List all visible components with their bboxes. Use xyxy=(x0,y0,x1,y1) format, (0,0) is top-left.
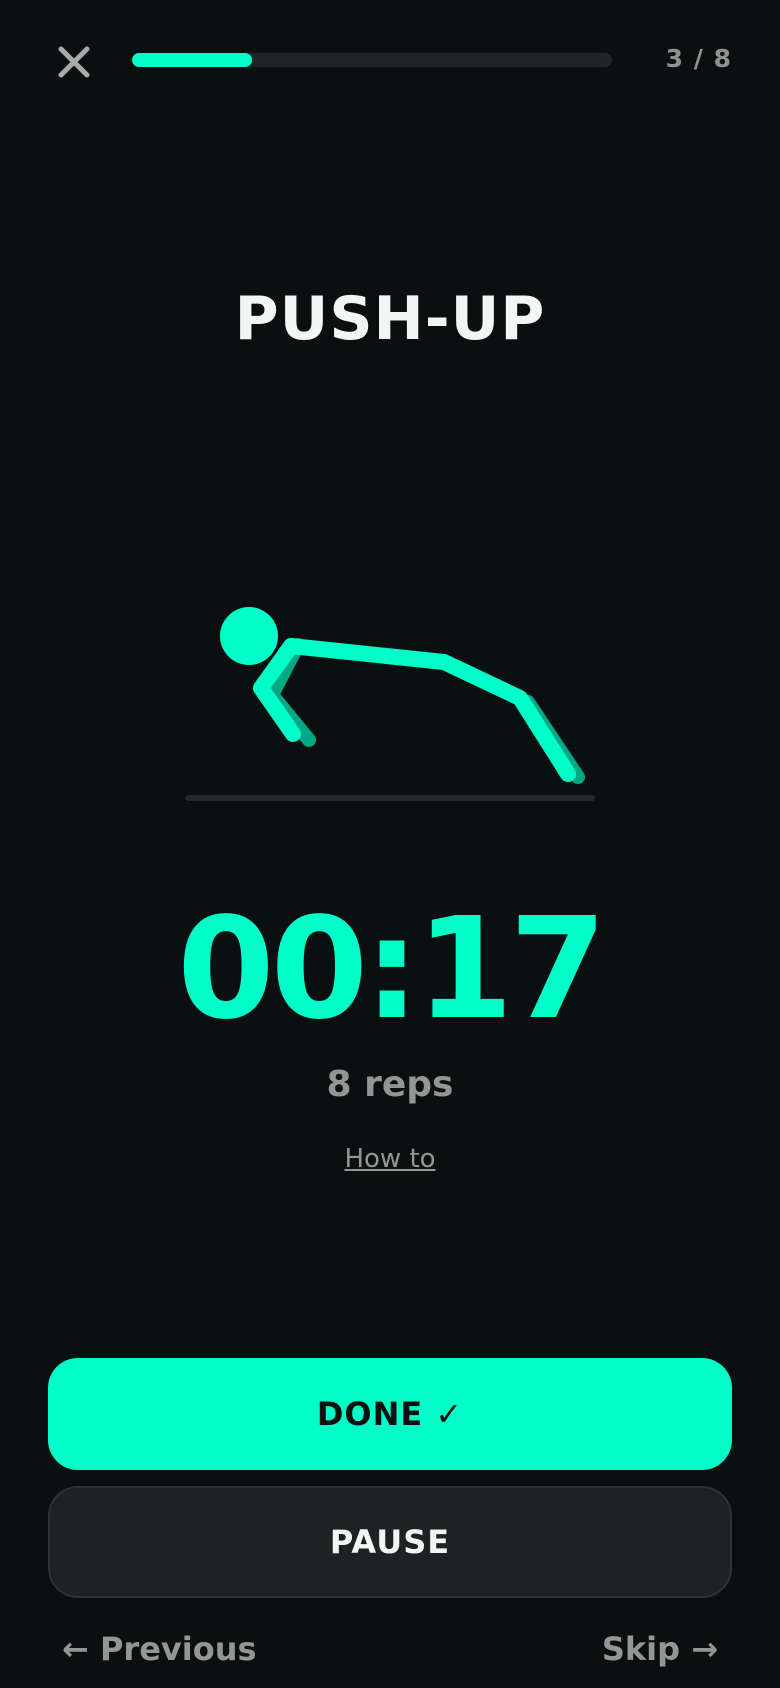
workout-progress-fill xyxy=(132,53,252,67)
close-button[interactable] xyxy=(52,40,96,84)
how-to-link[interactable]: How to xyxy=(344,1144,435,1174)
previous-button[interactable]: ← Previous xyxy=(62,1630,257,1668)
pause-button[interactable]: PAUSE xyxy=(48,1486,732,1598)
skip-button[interactable]: Skip → xyxy=(602,1630,718,1668)
step-counter: 3 / 8 xyxy=(665,44,732,73)
workout-screen: 3 / 8 PUSH-UP 00:17 8 reps How to DONE ✓… xyxy=(0,0,780,1688)
workout-progress-bar xyxy=(132,53,612,67)
howto-container: How to xyxy=(0,1144,780,1174)
done-button[interactable]: DONE ✓ xyxy=(48,1358,732,1470)
exercise-title: PUSH-UP xyxy=(234,284,546,354)
close-icon xyxy=(58,46,90,78)
exercise-timer: 00:17 xyxy=(177,888,607,1051)
push-up-figure-icon xyxy=(185,607,595,801)
reps-count: 8 reps xyxy=(326,1064,454,1105)
